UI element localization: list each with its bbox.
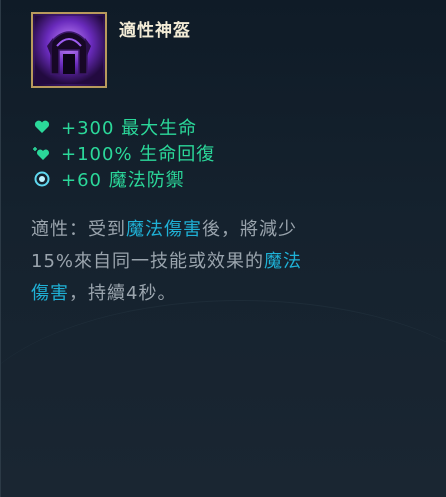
item-name: 適性神盔 bbox=[119, 21, 191, 41]
item-tooltip: 適性神盔 +300 最大生命 +100% 生命回復 +60 魔法防禦 適性：受到… bbox=[0, 0, 446, 497]
helm-graphic bbox=[35, 16, 103, 84]
passive-text-4: ，持續4秒。 bbox=[69, 283, 177, 304]
passive-description: 適性：受到魔法傷害後，將減少 15%來自同一技能或效果的魔法 傷害，持續4秒。 bbox=[31, 214, 411, 310]
passive-text-3: 15%來自同一技能或效果的 bbox=[31, 251, 265, 272]
passive-label: 適性： bbox=[31, 219, 88, 240]
magic-keyword: 魔法 bbox=[264, 251, 303, 272]
purple-helm-icon bbox=[31, 12, 107, 88]
stat-health-regen-text: +100% 生命回復 bbox=[61, 144, 216, 165]
passive-text-2: 後，將減少 bbox=[202, 219, 297, 240]
stat-health-text: +300 最大生命 bbox=[61, 118, 198, 139]
heart-regen-icon bbox=[31, 144, 53, 162]
passive-text-1: 受到 bbox=[88, 219, 126, 240]
stat-row-health: +300 最大生命 bbox=[31, 114, 215, 140]
stat-magic-resist-text: +60 魔法防禦 bbox=[61, 170, 185, 191]
magic-damage-keyword: 魔法傷害 bbox=[126, 219, 202, 240]
stat-row-magic-resist: +60 魔法防禦 bbox=[31, 166, 215, 192]
stat-row-health-regen: +100% 生命回復 bbox=[31, 140, 215, 166]
magic-resist-icon bbox=[31, 170, 53, 188]
stat-list: +300 最大生命 +100% 生命回復 +60 魔法防禦 bbox=[31, 114, 215, 192]
heart-icon bbox=[31, 118, 53, 136]
damage-keyword: 傷害 bbox=[31, 283, 69, 304]
